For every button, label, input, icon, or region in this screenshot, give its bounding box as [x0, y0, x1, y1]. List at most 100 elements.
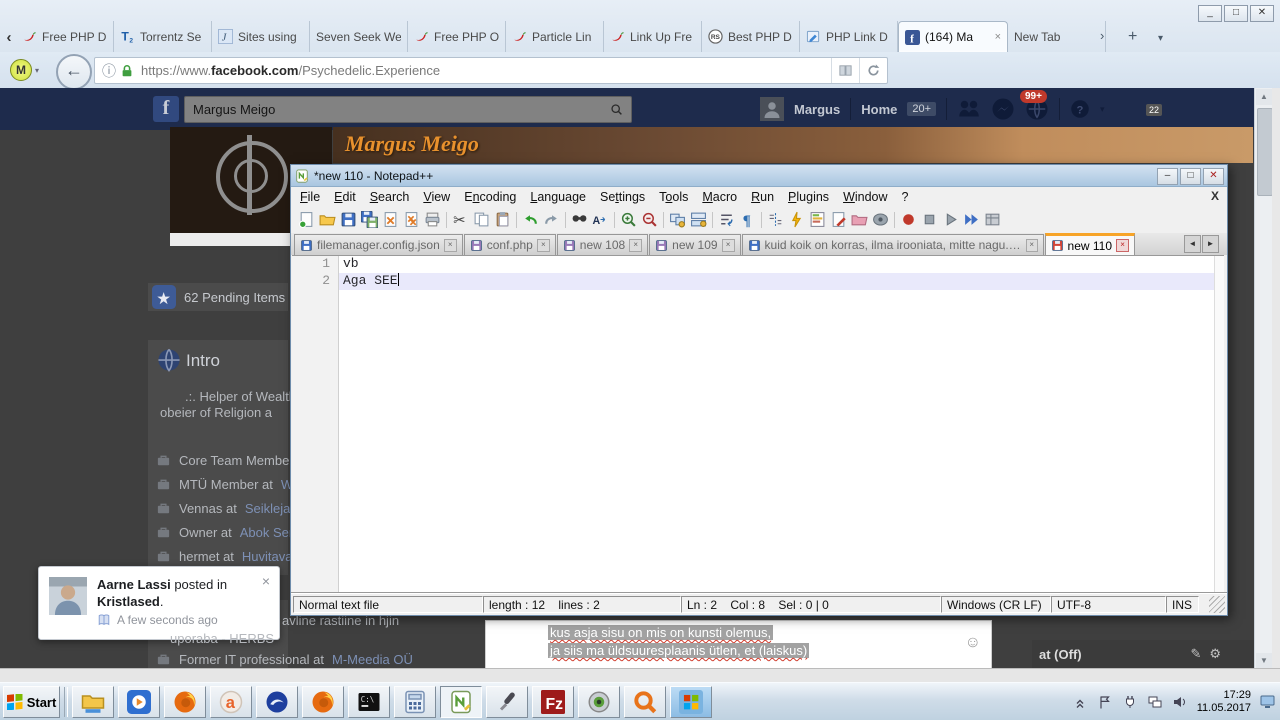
show-desktop-button[interactable]: [1260, 694, 1276, 710]
npp-tab-kuid-koik-on-korras-ilma-iroon[interactable]: kuid koik on korras, ilma irooniata, mit…: [741, 234, 1044, 255]
chat-selected-line[interactable]: kus asja sisu on mis on kunsti olemus,: [548, 625, 774, 640]
pending-items-chip[interactable]: ★ 62 Pending Items: [148, 283, 288, 311]
browser-tab-best-php-d[interactable]: RS Best PHP D: [702, 21, 800, 52]
close-all-icon[interactable]: [402, 210, 421, 229]
resize-grip[interactable]: [1209, 596, 1225, 613]
npp-tab-close-icon[interactable]: ×: [443, 238, 457, 252]
browser-tab-particle-lin[interactable]: Particle Lin: [506, 21, 604, 52]
taskbar-file-explorer-button[interactable]: [72, 686, 114, 718]
new-tab-button[interactable]: +: [1128, 28, 1137, 46]
npp-menu-[interactable]: ?: [895, 190, 916, 204]
url-text[interactable]: https://www.facebook.com/Psychedelic.Exp…: [141, 63, 831, 78]
browser-tab-seven-seek-wel[interactable]: Seven Seek Wel: [310, 21, 408, 52]
browser-tab-torrentz-se[interactable]: T 2 Torrentz Se: [114, 21, 212, 52]
show-all-chars-icon[interactable]: ¶: [738, 210, 757, 229]
npp-menu-macro[interactable]: Macro: [695, 190, 744, 204]
npp-tab-close-icon[interactable]: ×: [629, 238, 643, 252]
npp-tab-close-icon[interactable]: ×: [721, 238, 735, 252]
browser-tab-link-up-fre[interactable]: Link Up Fre: [604, 21, 702, 52]
taskbar-firefox-2-button[interactable]: [302, 686, 344, 718]
npp-tab-close-icon[interactable]: ×: [1025, 238, 1038, 252]
npp-close-button[interactable]: ✕: [1203, 168, 1224, 185]
print-icon[interactable]: [423, 210, 442, 229]
notification-popup[interactable]: Aarne Lassi posted in Kristlased. × A fe…: [38, 566, 280, 640]
tray-volume-icon[interactable]: [1172, 694, 1188, 710]
page-scrollbar[interactable]: ▲ ▼: [1254, 88, 1273, 670]
npp-tab-new-110[interactable]: new 110 ×: [1044, 233, 1136, 255]
app-menu-button[interactable]: M ▾: [10, 59, 44, 81]
compose-icon[interactable]: ✎: [1190, 646, 1201, 662]
save-icon[interactable]: [339, 210, 358, 229]
stop-playback-icon[interactable]: [920, 210, 939, 229]
about-link[interactable]: M-Meedia OÜ: [332, 652, 413, 667]
close-icon[interactable]: ×: [262, 573, 270, 589]
sync-horizontal-icon[interactable]: [689, 210, 708, 229]
zoom-out-icon[interactable]: [640, 210, 659, 229]
browser-tab-new-tab[interactable]: New Tab: [1008, 21, 1106, 52]
minimize-button[interactable]: _: [1198, 5, 1222, 22]
function-list-icon[interactable]: [787, 210, 806, 229]
taskbar-seamonkey-button[interactable]: [256, 686, 298, 718]
about-link[interactable]: Huvitava: [242, 549, 293, 564]
taskbar-webcam-button[interactable]: [578, 686, 620, 718]
playback-icon[interactable]: [941, 210, 960, 229]
cut-icon[interactable]: ✂: [451, 210, 470, 229]
taskbar-calculator-button[interactable]: [394, 686, 436, 718]
doc-map-icon[interactable]: [808, 210, 827, 229]
scroll-up-button[interactable]: ▲: [1256, 89, 1272, 105]
npp-menu-edit[interactable]: Edit: [327, 190, 363, 204]
npp-tab-scroll-right[interactable]: ►: [1202, 235, 1219, 253]
word-wrap-icon[interactable]: [717, 210, 736, 229]
npp-tab-filemanager-config-json[interactable]: filemanager.config.json ×: [294, 234, 463, 255]
close-doc-icon[interactable]: [381, 210, 400, 229]
close-button[interactable]: ✕: [1250, 5, 1274, 22]
replace-icon[interactable]: A: [591, 210, 610, 229]
facebook-logo[interactable]: f: [153, 96, 179, 122]
back-button[interactable]: ←: [56, 54, 92, 90]
home-link[interactable]: Home: [861, 102, 897, 117]
npp-menu-search[interactable]: Search: [363, 190, 417, 204]
https-lock-icon[interactable]: [120, 64, 134, 78]
account-caret-icon[interactable]: ▾: [1100, 104, 1105, 115]
tab-scroll-left-button[interactable]: ‹: [2, 26, 16, 50]
taskbar-microphone-button[interactable]: [486, 686, 528, 718]
zoom-in-icon[interactable]: [619, 210, 638, 229]
facebook-search[interactable]: [184, 96, 632, 123]
browser-tab-free-php-d[interactable]: Free PHP D: [16, 21, 114, 52]
npp-menu-language[interactable]: Language: [523, 190, 593, 204]
taskbar-command-prompt-button[interactable]: C:\: [348, 686, 390, 718]
taskbar-media-player-button[interactable]: [118, 686, 160, 718]
url-bar[interactable]: ⓘ https://www.facebook.com/Psychedelic.E…: [94, 57, 888, 84]
npp-scrollbar-track[interactable]: [1214, 256, 1224, 592]
chat-selected-line[interactable]: ja siis ma üldsuuresplaanis ütlen, et (l…: [548, 643, 810, 658]
taskbar-amigo-browser-button[interactable]: a: [210, 686, 252, 718]
sync-vertical-icon[interactable]: [668, 210, 687, 229]
emoji-icon[interactable]: ☺: [965, 634, 981, 652]
npp-tab-close-icon[interactable]: ×: [1116, 239, 1130, 252]
npp-tab-scroll-left[interactable]: ◄: [1184, 235, 1201, 253]
npp-tab-new-109[interactable]: new 109 ×: [649, 234, 741, 255]
reader-mode-button[interactable]: [831, 58, 859, 83]
tray-collapse-chevron-icon[interactable]: [1072, 694, 1088, 710]
npp-menu-window[interactable]: Window: [836, 190, 894, 204]
profile-link[interactable]: Margus: [794, 102, 840, 117]
browser-tab-php-link-d[interactable]: PHP Link D: [800, 21, 898, 52]
search-input[interactable]: [185, 101, 610, 118]
maximize-button[interactable]: □: [1224, 5, 1248, 22]
monitoring-icon[interactable]: [871, 210, 890, 229]
about-link[interactable]: Seiklejat: [245, 501, 294, 516]
refresh-button[interactable]: [859, 58, 887, 83]
open-folder-icon[interactable]: [318, 210, 337, 229]
search-icon[interactable]: [610, 103, 623, 116]
tray-network-icon[interactable]: [1147, 694, 1163, 710]
cover-photo[interactable]: Margus Meigo: [333, 127, 1253, 163]
avatar[interactable]: [760, 97, 784, 121]
browser-tab-sites-using[interactable]: J Sites using: [212, 21, 310, 52]
npp-tab-conf-php[interactable]: conf.php ×: [463, 234, 556, 255]
editor-line[interactable]: 2 Aga SEE: [292, 273, 1224, 290]
taskbar-firefox-button[interactable]: [164, 686, 206, 718]
scrollbar-thumb[interactable]: [1257, 108, 1273, 196]
help-icon[interactable]: ?: [1070, 99, 1090, 119]
taskbar-clock[interactable]: 17:29 11.05.2017: [1197, 689, 1251, 715]
redo-icon[interactable]: [542, 210, 561, 229]
